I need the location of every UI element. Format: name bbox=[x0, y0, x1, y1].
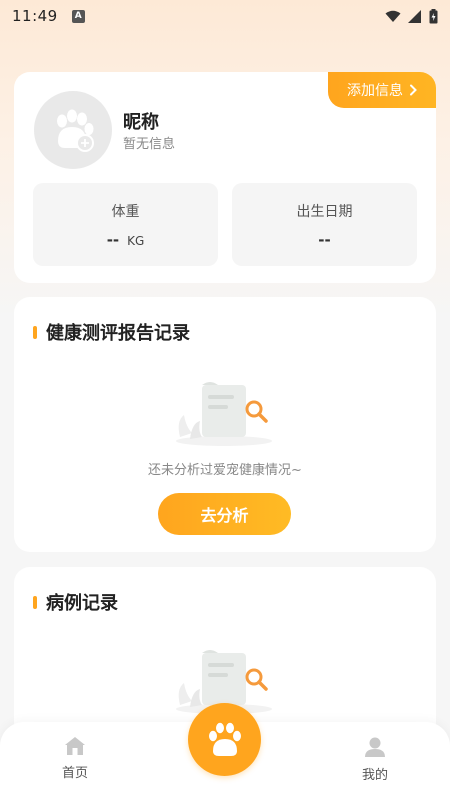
tab-home-label: 首页 bbox=[61, 766, 88, 781]
weight-unit: KG bbox=[127, 234, 145, 248]
notification-a-icon: A bbox=[71, 9, 85, 23]
birth-date-label: 出生日期 bbox=[296, 204, 353, 220]
home-icon bbox=[65, 737, 85, 755]
pet-avatar[interactable] bbox=[34, 91, 112, 169]
birth-date-value: -- bbox=[318, 231, 331, 249]
birth-date-stat: 出生日期 -- bbox=[232, 183, 417, 266]
health-section-title: 健康测评报告记录 bbox=[46, 323, 190, 344]
wifi-icon bbox=[385, 10, 401, 22]
paw-add-icon bbox=[57, 109, 94, 152]
add-info-label: 添加信息 bbox=[347, 83, 403, 99]
battery-icon bbox=[429, 8, 438, 23]
pet-profile-card: 添加信息 昵称 暂无信息 体重 -- KG 出生日期 -- bbox=[14, 72, 436, 283]
health-empty-text: 还未分析过爱宠健康情况~ bbox=[148, 463, 302, 478]
pet-nickname: 昵称 bbox=[123, 112, 159, 133]
center-paw-button[interactable] bbox=[188, 703, 261, 776]
weight-label: 体重 bbox=[111, 204, 140, 220]
status-bar: 11:49 A bbox=[0, 0, 450, 32]
add-info-button[interactable]: 添加信息 bbox=[328, 72, 436, 108]
status-time: 11:49 bbox=[12, 7, 58, 25]
health-section-header: 健康测评报告记录 bbox=[33, 319, 190, 345]
health-report-card: 健康测评报告记录 还未分析过爱宠健康情况~ 去分析 bbox=[14, 297, 436, 552]
status-icons bbox=[385, 8, 438, 24]
tab-mine[interactable]: 我的 bbox=[345, 736, 405, 783]
empty-document-illustration bbox=[176, 382, 272, 446]
user-icon bbox=[365, 737, 385, 757]
case-section-header: 病例记录 bbox=[33, 589, 118, 615]
pet-info-placeholder: 暂无信息 bbox=[123, 137, 176, 152]
paw-icon bbox=[208, 722, 241, 756]
tab-home[interactable]: 首页 bbox=[45, 736, 105, 781]
weight-value-row: -- KG bbox=[33, 231, 218, 249]
title-accent-bar bbox=[33, 325, 37, 339]
signal-icon bbox=[408, 9, 421, 23]
tab-mine-label: 我的 bbox=[361, 768, 388, 783]
go-analyze-button[interactable]: 去分析 bbox=[158, 493, 291, 535]
title-accent-bar bbox=[33, 595, 37, 609]
chevron-right-icon bbox=[410, 84, 417, 96]
case-section-title: 病例记录 bbox=[46, 593, 118, 614]
weight-stat: 体重 -- KG bbox=[33, 183, 218, 266]
weight-value: -- bbox=[106, 231, 120, 249]
